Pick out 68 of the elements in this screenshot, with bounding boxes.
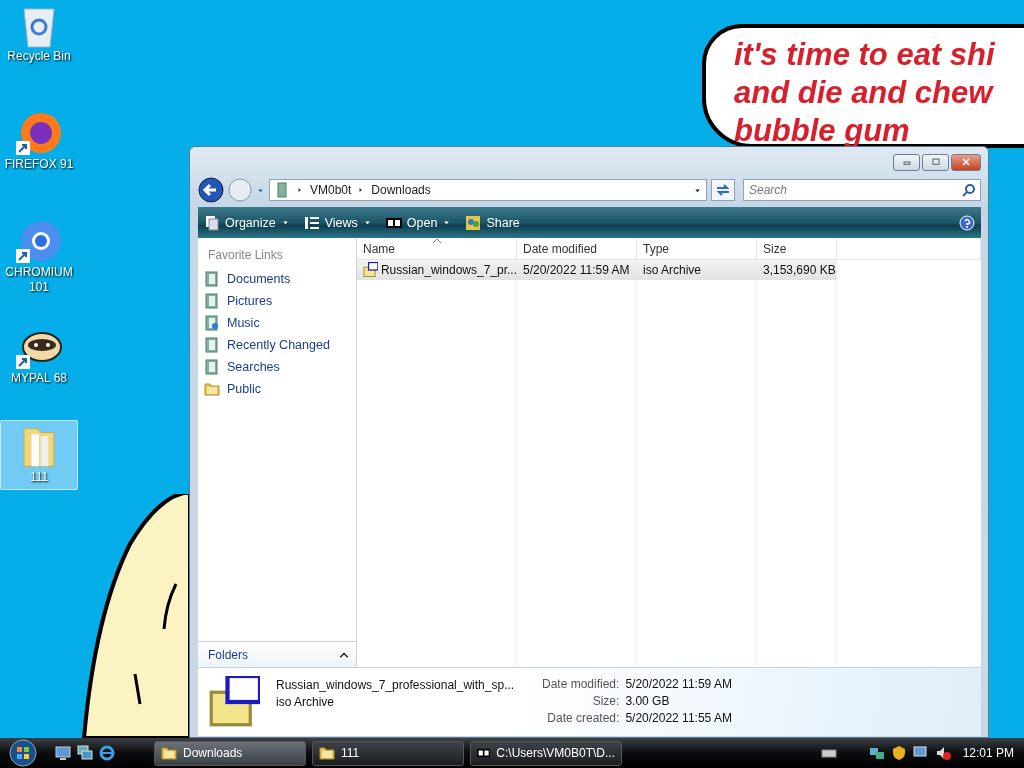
- toolbar-button[interactable]: Share: [465, 214, 520, 231]
- toolbar-button[interactable]: Organize: [204, 214, 290, 231]
- folder-icon: [161, 745, 177, 761]
- caret-icon: [362, 218, 372, 227]
- desktop-icon: [55, 745, 71, 761]
- maximize-icon: [929, 156, 942, 168]
- caret-icon: [280, 218, 290, 227]
- toolbar-button[interactable]: Open: [385, 214, 452, 231]
- property-value: 5/20/2022 11:59 AM: [625, 677, 732, 691]
- property-label: Date created:: [546, 711, 620, 725]
- disc-image-icon: [363, 262, 378, 278]
- close-icon: [960, 156, 972, 168]
- favorite-link[interactable]: Recently Changed: [198, 334, 356, 356]
- caption-text: and die and chew: [734, 74, 995, 112]
- folder-icon: [274, 182, 290, 198]
- close-button[interactable]: [951, 153, 981, 171]
- table-cell[interactable]: 3,153,690 KB: [757, 260, 837, 280]
- speaker-muted-icon: [934, 745, 951, 761]
- start-button[interactable]: [6, 739, 40, 767]
- taskbar-button[interactable]: 111: [312, 740, 464, 766]
- disc-image-icon: [208, 676, 260, 728]
- favorite-link[interactable]: Public: [198, 378, 356, 400]
- network-icon: [868, 745, 885, 761]
- caption-text: bubble gum: [734, 112, 911, 150]
- favorite-link[interactable]: Documents: [198, 268, 356, 290]
- table-cell[interactable]: iso Archive: [637, 260, 757, 280]
- favorite-link[interactable]: Searches: [198, 356, 356, 378]
- pages-icon: [204, 214, 220, 231]
- favorite-link[interactable]: Music: [198, 312, 356, 334]
- list-view-icon: [303, 214, 320, 231]
- favorite-link[interactable]: Pictures: [198, 290, 356, 312]
- property-label: Date modified:: [542, 677, 620, 691]
- folder-icon: [319, 745, 335, 761]
- table-cell[interactable]: Russian_windows_7_pr...: [357, 260, 517, 280]
- property-label: Size:: [591, 694, 620, 708]
- windows-stack-icon: [77, 745, 93, 761]
- folders-toggle[interactable]: Folders: [198, 641, 356, 667]
- address-bar[interactable]: VM0b0t Downloads: [269, 179, 707, 201]
- breadcrumb-item[interactable]: Downloads: [371, 183, 431, 197]
- caption-text: it's time to eat shi: [734, 36, 996, 74]
- section-title: Favorite Links: [208, 248, 284, 262]
- caret-icon: [442, 218, 452, 227]
- document-icon: [204, 271, 220, 287]
- help-icon[interactable]: [959, 214, 975, 231]
- toolbar-button[interactable]: Views: [303, 214, 372, 231]
- search-field[interactable]: Search: [743, 179, 981, 201]
- clock: 12:01 PM: [962, 746, 1014, 760]
- folder-icon: [204, 381, 220, 397]
- breadcrumb-item[interactable]: VM0b0t: [310, 183, 352, 197]
- music-icon: [204, 315, 220, 331]
- taskbar-button[interactable]: C:\Users\VM0B0T\D...: [470, 740, 622, 766]
- recycle-bin-icon: [21, 5, 57, 49]
- file-type: iso Archive: [276, 694, 336, 709]
- property-value: 3.00 GB: [625, 694, 671, 708]
- quick-launch-button[interactable]: [74, 745, 96, 761]
- browser-e-icon: [99, 745, 115, 761]
- file-name: Russian_windows_7_professional_with_sp...: [276, 677, 516, 692]
- minimize-button[interactable]: [893, 153, 920, 171]
- back-button[interactable]: [198, 177, 224, 203]
- taskbar-button[interactable]: Downloads: [154, 740, 306, 766]
- search-icon: [962, 183, 976, 197]
- table-cell[interactable]: 5/20/2022 11:59 AM: [517, 260, 637, 280]
- property-value: 5/20/2022 11:55 AM: [625, 711, 732, 725]
- maximize-button[interactable]: [922, 153, 949, 171]
- quick-launch-button[interactable]: [52, 745, 74, 761]
- shield-icon: [890, 745, 907, 761]
- people-icon: [465, 214, 482, 231]
- refresh-button[interactable]: [711, 179, 735, 201]
